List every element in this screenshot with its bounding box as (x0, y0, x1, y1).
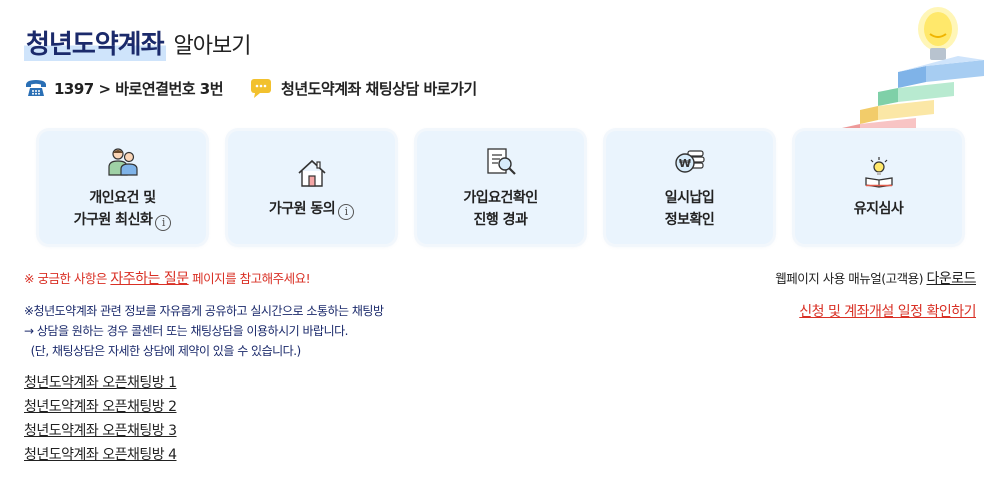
open-chat-room-link-4[interactable]: 청년도약계좌 오픈채팅방 4 (24, 443, 177, 467)
open-chat-room-list: 청년도약계좌 오픈채팅방 1 청년도약계좌 오픈채팅방 2 청년도약계좌 오픈채… (24, 371, 177, 467)
document-search-icon (486, 147, 516, 175)
won-coins-icon: ₩ (674, 149, 705, 173)
info-line: ※청년도약계좌 관련 정보를 자유롭게 공유하고 실시간으로 소통하는 채팅방 (24, 304, 384, 318)
lightbulb-book-icon (864, 156, 893, 188)
people-icon (107, 147, 138, 176)
page-title: 청년도약계좌 알아보기 (24, 24, 251, 61)
card-label-line2: 진행 경과 (473, 211, 528, 228)
info-icon[interactable]: i (338, 203, 355, 220)
manual-download: 웹페이지 사용 매뉴얼(고객용) 다운로드 (775, 268, 976, 288)
page-title-main: 청년도약계좌 (24, 24, 166, 61)
phone-number-text: 1397 > 바로연결번호 3번 (54, 79, 224, 98)
chat-consult-link[interactable]: 청년도약계좌 채팅상담 바로가기 (281, 78, 477, 99)
card-lump-sum-info[interactable]: ₩ 일시납입 정보확인 (606, 131, 773, 244)
steps-lightbulb-illustration (842, 7, 984, 134)
schedule-check-link[interactable]: 신청 및 계좌개설 일정 확인하기 (799, 301, 976, 321)
manual-download-link[interactable]: 다운로드 (926, 271, 976, 287)
card-personal-household-update[interactable]: 개인요건 및 가구원 최신화 i (39, 131, 206, 244)
chat-room-info: ※청년도약계좌 관련 정보를 자유롭게 공유하고 실시간으로 소통하는 채팅방 … (24, 301, 384, 361)
faq-notice: ※ 궁금한 사항은 자주하는 질문 페이지를 참고해주세요! (24, 268, 311, 288)
card-household-consent[interactable]: 가구원 동의 i (228, 131, 395, 244)
phone-icon (26, 80, 46, 96)
contact-row: 1397 > 바로연결번호 3번 청년도약계좌 채팅상담 바로가기 (24, 76, 477, 100)
manual-label: 웹페이지 사용 매뉴얼(고객용) (775, 271, 927, 286)
faq-link[interactable]: 자주하는 질문 (110, 271, 189, 287)
house-icon (297, 159, 326, 187)
info-icon[interactable]: i (155, 214, 172, 231)
info-line: (단, 채팅상담은 자세한 상담에 제약이 있을 수 있습니다.) (24, 344, 302, 358)
card-label-line1: 일시납입 (664, 189, 715, 206)
card-maintenance-review[interactable]: 유지심사 (795, 131, 962, 244)
card-label-line2: 가구원 최신화 (73, 211, 153, 228)
card-label-line1: 가구원 동의 (268, 200, 336, 217)
faq-notice-suffix: 페이지를 참고해주세요! (188, 271, 311, 286)
faq-notice-prefix: ※ 궁금한 사항은 (24, 271, 111, 286)
chat-bubble-icon[interactable] (249, 76, 273, 100)
card-label-line1: 유지심사 (853, 200, 904, 217)
card-label-line1: 가입요건확인 (463, 189, 538, 206)
card-label-line2: 정보확인 (664, 211, 715, 228)
open-chat-room-link-1[interactable]: 청년도약계좌 오픈채팅방 1 (24, 371, 177, 395)
open-chat-room-link-2[interactable]: 청년도약계좌 오픈채팅방 2 (24, 395, 177, 419)
info-line: → 상담을 원하는 경우 콜센터 또는 채팅상담을 이용하시기 바랍니다. (24, 324, 348, 338)
svg-text:₩: ₩ (678, 157, 690, 170)
card-eligibility-progress[interactable]: 가입요건확인 진행 경과 (417, 131, 584, 244)
open-chat-room-link-3[interactable]: 청년도약계좌 오픈채팅방 3 (24, 419, 177, 443)
card-label-line1: 개인요건 및 (89, 189, 156, 206)
menu-cards: 개인요건 및 가구원 최신화 i 가구원 동의 i 가입요건확인 진행 경과 ₩… (39, 131, 962, 244)
page-title-sub: 알아보기 (173, 34, 252, 59)
